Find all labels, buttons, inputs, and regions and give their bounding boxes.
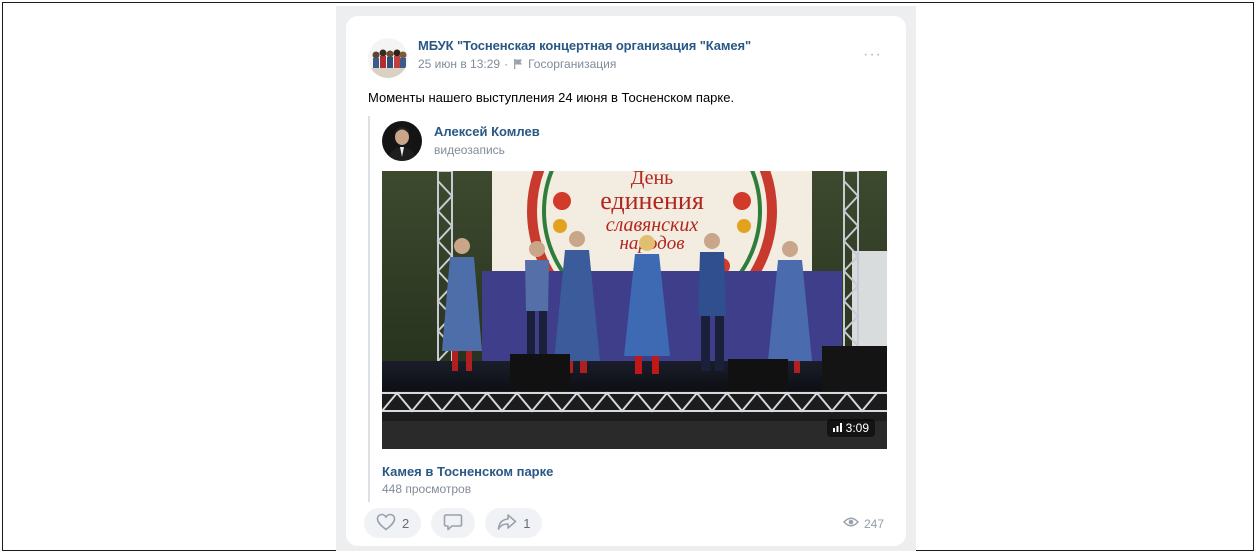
more-options-button[interactable]: ···	[863, 46, 882, 64]
comment-icon	[443, 513, 463, 534]
video-duration: 3:09	[845, 421, 869, 435]
eye-icon	[843, 516, 859, 531]
post-header: МБУК "Тосненская концертная организация …	[418, 38, 838, 71]
flag-icon	[512, 58, 524, 70]
like-count: 2	[402, 515, 410, 531]
post-date[interactable]: 25 июн в 13:29	[418, 57, 500, 71]
repost-author-avatar[interactable]	[382, 121, 422, 161]
views-count: 247	[863, 516, 884, 531]
repost-author-name[interactable]: Алексей Комлев	[434, 124, 540, 139]
video-duration-badge: 3:09	[826, 419, 875, 437]
repost-subtitle: видеозапись	[434, 143, 505, 157]
heart-icon	[376, 513, 396, 534]
share-count: 1	[523, 515, 531, 531]
signal-bars-icon	[832, 421, 842, 435]
video-thumbnail[interactable]: День единения славянских народов	[382, 171, 887, 449]
post-actions: 2 1	[364, 508, 543, 538]
post-views: 247	[843, 516, 884, 531]
community-name[interactable]: МБУК "Тосненская концертная организация …	[418, 38, 838, 53]
post-card: МБУК "Тосненская концертная организация …	[346, 16, 906, 546]
banner-line-2: единения	[600, 186, 704, 215]
meta-separator: ·	[504, 57, 509, 71]
share-button[interactable]: 1	[485, 508, 543, 538]
repost-block: Алексей Комлев видеозапись День единения…	[368, 116, 890, 502]
post-text: Моменты нашего выступления 24 июня в Тос…	[368, 90, 735, 105]
share-arrow-icon	[497, 513, 517, 534]
video-title[interactable]: Камея в Тосненском парке	[382, 464, 553, 479]
community-avatar[interactable]	[368, 38, 408, 78]
feed: МБУК "Тосненская концертная организация …	[336, 6, 916, 551]
video-views: 448 просмотров	[382, 482, 472, 496]
comment-button[interactable]	[431, 508, 476, 538]
org-type-label: Госорганизация	[528, 57, 617, 71]
video-preview-image: День единения славянских народов	[382, 171, 887, 449]
post-meta: 25 июн в 13:29 · Госорганизация	[418, 57, 838, 71]
like-button[interactable]: 2	[364, 508, 422, 538]
